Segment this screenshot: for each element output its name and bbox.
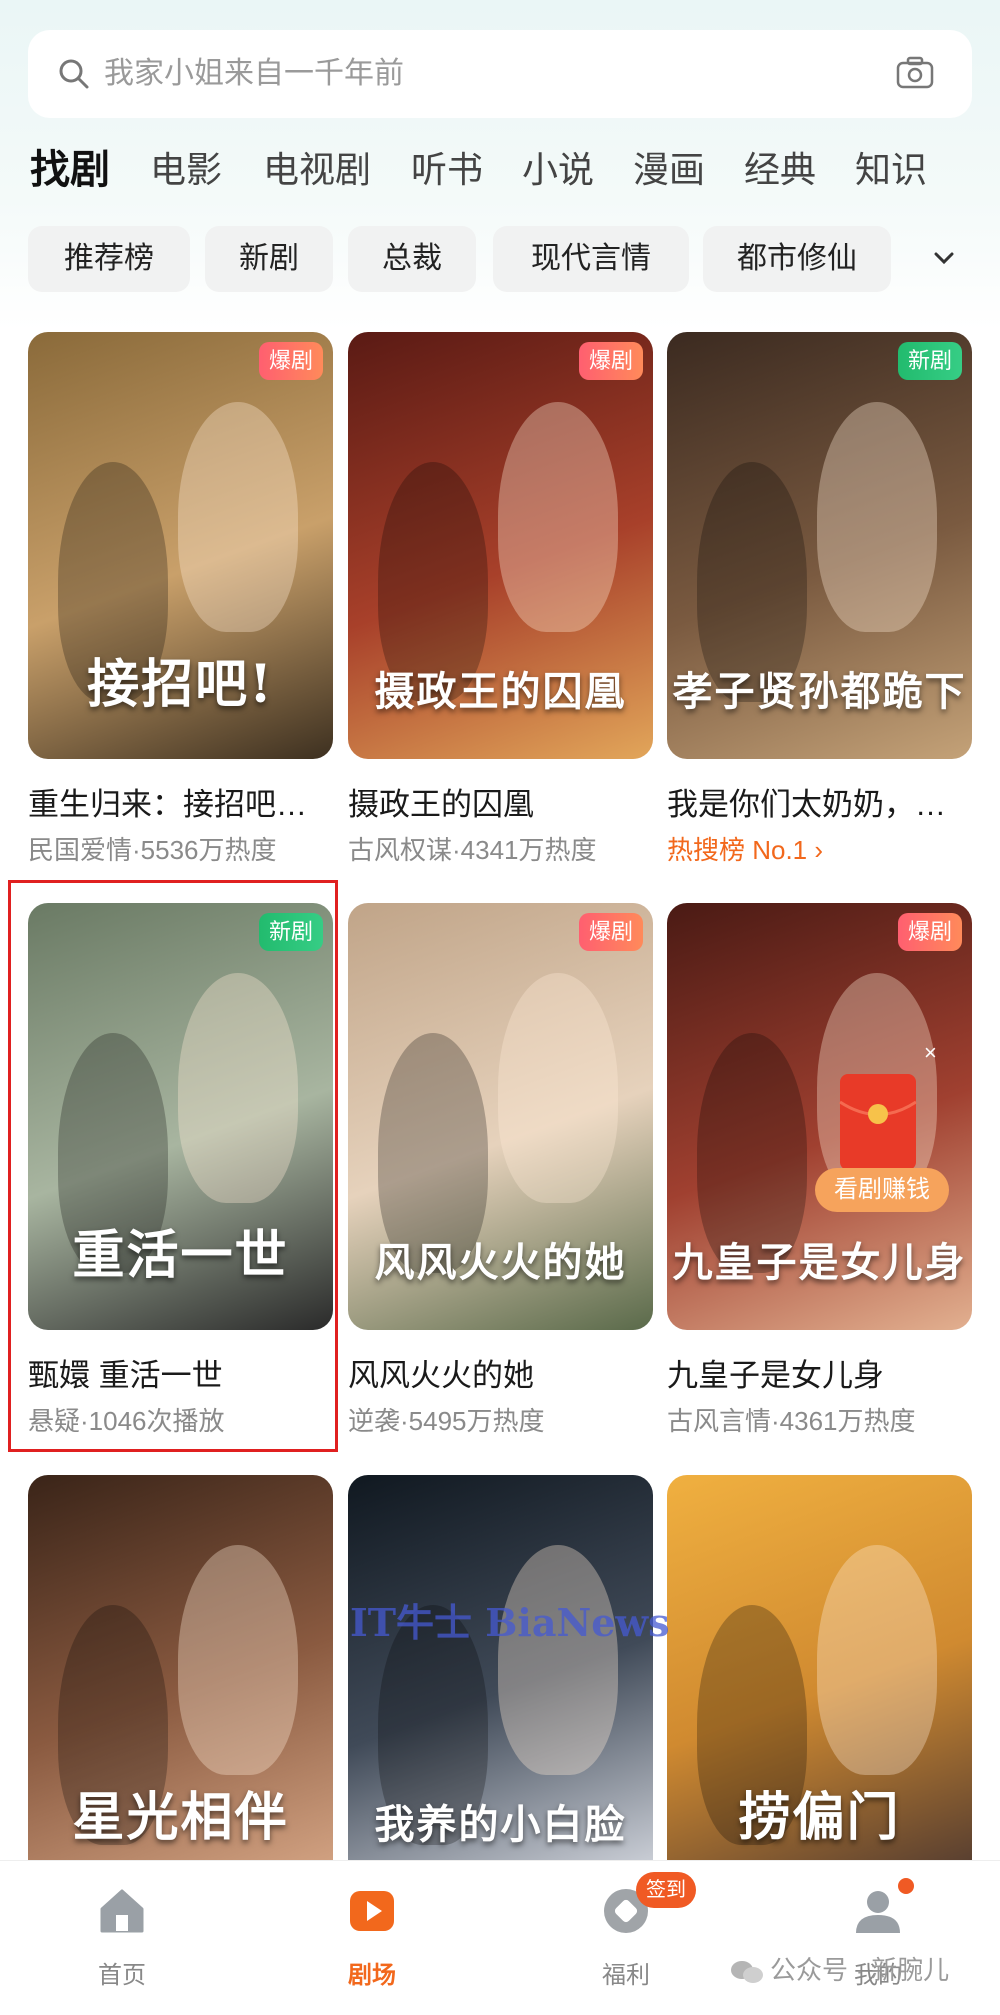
rank-link[interactable]: 热搜榜 No.1 ›	[667, 832, 823, 868]
sign-in-badge[interactable]: 签到	[636, 1872, 696, 1908]
drama-meta: 民国爱情·5536万热度	[28, 835, 277, 865]
notification-dot	[898, 1878, 914, 1894]
drama-meta: 古风言情·4361万热度	[667, 1406, 916, 1436]
chip-ceo[interactable]: 总裁	[348, 226, 476, 292]
nav-welfare-label: 福利	[602, 1962, 650, 1989]
tab-knowledge[interactable]: 知识	[855, 142, 927, 198]
camera-icon[interactable]	[896, 56, 934, 90]
chip-new[interactable]: 新剧	[205, 226, 333, 292]
search-placeholder: 我家小姐来自一千年前	[104, 57, 404, 90]
play-icon	[350, 1891, 394, 1931]
nav-home-label: 首页	[98, 1962, 146, 1989]
search-icon	[59, 59, 89, 89]
poster-title: 接招吧!	[87, 654, 274, 715]
drama-title[interactable]: 九皇子是女儿身	[667, 1355, 982, 1397]
drama-title[interactable]: 我是你们太奶奶，…	[667, 784, 982, 826]
poster-title: 风风火火的她	[374, 1239, 627, 1286]
drama-title[interactable]: 摄政王的囚凰	[348, 784, 663, 826]
nav-theater-label: 剧场	[348, 1962, 396, 1989]
status-badge: 爆剧	[578, 342, 643, 380]
nav-welfare[interactable]: 福利	[526, 1861, 726, 2015]
close-icon[interactable]: ×	[924, 1040, 937, 1066]
drama-meta: 逆袭·5495万热度	[348, 1406, 545, 1436]
poster-image[interactable]: 孝子贤孙都跪下 新剧	[667, 332, 972, 759]
card-rebirth[interactable]: 接招吧! 爆剧 重生归来：接招吧… 民国爱情·5536万热度	[28, 332, 333, 872]
status-badge: 新剧	[897, 342, 962, 380]
tab-comic[interactable]: 漫画	[633, 142, 705, 198]
red-envelope-icon[interactable]	[838, 1072, 918, 1172]
home-icon	[100, 1889, 144, 1933]
poster-image[interactable]: 风风火火的她 爆剧	[348, 903, 653, 1330]
drama-title[interactable]: 风风火火的她	[348, 1355, 663, 1397]
watermark: IT牛士 BiaNews	[350, 1600, 670, 1645]
poster-image[interactable]: 我养的小白脸	[348, 1475, 653, 1860]
tab-tv-series[interactable]: 电视剧	[263, 142, 371, 198]
poster-figure	[178, 402, 298, 632]
account-watermark-text: 公众号 · 新腕儿	[770, 1955, 950, 1985]
tab-find-drama[interactable]: 找剧	[30, 142, 110, 198]
highlight-box	[8, 880, 338, 1452]
bottom-navigation: 首页 剧场 福利 我的	[0, 1860, 1000, 2015]
nav-home[interactable]: 首页	[22, 1861, 222, 2015]
tab-classic[interactable]: 经典	[744, 142, 816, 198]
poster-image[interactable]: 接招吧! 爆剧	[28, 332, 333, 759]
chevron-down-icon[interactable]	[930, 246, 958, 270]
status-badge: 爆剧	[897, 913, 962, 951]
user-icon	[856, 1891, 900, 1933]
poster-figure	[498, 1545, 618, 1775]
poster-figure	[498, 973, 618, 1203]
category-tabs: 找剧 电影 电视剧 听书 小说 漫画 经典 知识	[30, 142, 990, 198]
poster-image[interactable]: 星光相伴	[28, 1475, 333, 1860]
poster-title: 孝子贤孙都跪下	[672, 668, 967, 715]
tab-novel[interactable]: 小说	[522, 142, 594, 198]
poster-image[interactable]: 摄政王的囚凰 爆剧	[348, 332, 653, 759]
watch-earn-button[interactable]: 看剧赚钱	[815, 1168, 949, 1212]
card-great-grandma[interactable]: 孝子贤孙都跪下 新剧 我是你们太奶奶，… 热搜榜 No.1 ›	[667, 332, 972, 872]
filter-chips: 推荐榜 新剧 总裁 现代言情 都市修仙	[28, 226, 972, 292]
nav-profile[interactable]: 我的	[778, 1861, 978, 2015]
poster-title: 星光相伴	[72, 1787, 289, 1848]
poster-figure	[498, 402, 618, 632]
poster-image[interactable]: 捞偏门	[667, 1475, 972, 1860]
chip-urban-cultivation[interactable]: 都市修仙	[703, 226, 891, 292]
poster-figure	[817, 1545, 937, 1775]
wechat-icon	[731, 1961, 763, 1984]
poster-title: 九皇子是女儿身	[672, 1239, 967, 1286]
poster-figure	[178, 1545, 298, 1775]
drama-title[interactable]: 重生归来：接招吧…	[28, 784, 343, 826]
tab-audiobook[interactable]: 听书	[411, 142, 483, 198]
poster-figure	[817, 402, 937, 632]
search-bar[interactable]: 我家小姐来自一千年前	[28, 30, 972, 118]
poster-title: 摄政王的囚凰	[374, 668, 627, 715]
chip-modern-romance[interactable]: 现代言情	[493, 226, 689, 292]
account-watermark: 公众号 · 新腕儿	[730, 1950, 949, 1987]
tab-movie[interactable]: 电影	[150, 142, 222, 198]
card-regent[interactable]: 摄政王的囚凰 爆剧 摄政王的囚凰古风权谋·4341万热度	[348, 332, 653, 872]
poster-title: 捞偏门	[738, 1787, 901, 1848]
poster-title: 我养的小白脸	[374, 1801, 627, 1848]
status-badge: 爆剧	[578, 913, 643, 951]
poster-image[interactable]: 九皇子是女儿身 爆剧	[667, 903, 972, 1330]
status-badge: 爆剧	[258, 342, 323, 380]
chip-recommended[interactable]: 推荐榜	[28, 226, 190, 292]
nav-theater[interactable]: 剧场	[272, 1861, 472, 2015]
drama-meta: 古风权谋·4341万热度	[348, 835, 597, 865]
card-fiery-her[interactable]: 风风火火的她 爆剧 风风火火的她逆袭·5495万热度	[348, 903, 653, 1443]
